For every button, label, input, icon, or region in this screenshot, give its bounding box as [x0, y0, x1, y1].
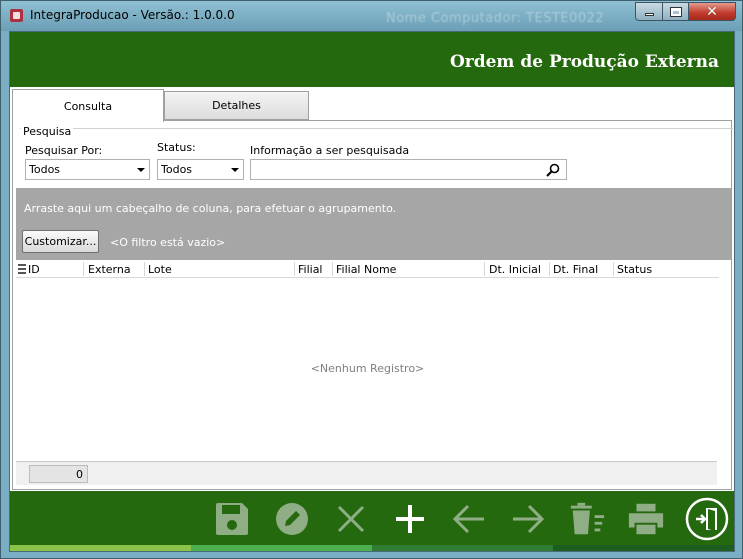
pesquisar-por-label: Pesquisar Por: [25, 144, 103, 157]
title-bar[interactable]: IntegraProducao - Versão.: 1.0.0.0 Nome … [1, 1, 742, 31]
minimize-button[interactable] [635, 2, 663, 21]
edit-button[interactable] [273, 500, 311, 538]
column-header-filial[interactable]: Filial [298, 263, 323, 276]
column-header-externa[interactable]: Externa [88, 263, 131, 276]
delete-icon [570, 502, 605, 535]
grid-header: ID Externa Lote Filial Filial Nome Dt. I… [16, 260, 719, 278]
app-window: IntegraProducao - Versão.: 1.0.0.0 Nome … [0, 0, 743, 559]
status-value: Todos [161, 163, 193, 176]
status-select[interactable]: Todos [157, 159, 244, 180]
window-title: IntegraProducao - Versão.: 1.0.0.0 [30, 8, 235, 22]
consulta-panel: Pesquisa Pesquisar Por: Todos Status: To… [12, 120, 733, 490]
add-icon [396, 505, 424, 533]
exit-icon [685, 497, 729, 541]
page-header: Ordem de Produção Externa [10, 32, 734, 87]
print-icon [628, 503, 664, 535]
search-icon[interactable] [546, 163, 560, 177]
action-toolbar [10, 491, 734, 545]
save-icon [216, 503, 248, 535]
previous-button[interactable] [450, 500, 488, 538]
close-icon: ✕ [706, 3, 718, 20]
empty-grid-message: <Nenhum Registro> [310, 362, 425, 375]
exit-button[interactable] [685, 497, 729, 541]
filter-status-text: <O filtro está vazio> [110, 236, 226, 249]
column-header-status[interactable]: Status [617, 263, 652, 276]
tab-consulta[interactable]: Consulta [12, 89, 164, 122]
cancel-button[interactable] [332, 500, 370, 538]
save-button[interactable] [213, 500, 251, 538]
strip-segment [191, 545, 372, 551]
tab-strip: Consulta Detalhes [10, 87, 734, 122]
minimize-icon [644, 13, 654, 16]
add-button[interactable] [391, 500, 429, 538]
maximize-button[interactable] [662, 2, 689, 21]
info-label: Informação a ser pesquisada [250, 144, 410, 157]
next-icon [513, 504, 545, 534]
tab-detalhes[interactable]: Detalhes [164, 91, 309, 120]
status-label: Status: [157, 141, 196, 154]
grid-body[interactable]: <Nenhum Registro> [16, 278, 731, 458]
group-by-area[interactable]: Arraste aqui um cabeçalho de coluna, par… [16, 188, 731, 260]
column-header-dt-inicial[interactable]: Dt. Inicial [489, 263, 541, 276]
computer-name-watermark: Nome Computador: TESTE0022 [386, 11, 605, 26]
maximize-icon [669, 6, 682, 17]
delete-button[interactable] [568, 500, 606, 538]
column-chooser-icon[interactable] [18, 264, 26, 274]
pesquisar-por-select[interactable]: Todos [25, 159, 150, 180]
chevron-down-icon [231, 168, 239, 172]
previous-icon [452, 504, 484, 534]
strip-segment [372, 545, 553, 551]
grid-footer: 0 [16, 461, 717, 485]
app-icon [10, 9, 23, 22]
column-header-dt-final[interactable]: Dt. Final [553, 263, 598, 276]
close-button[interactable]: ✕ [688, 2, 736, 21]
cancel-icon [337, 505, 365, 533]
group-by-hint: Arraste aqui um cabeçalho de coluna, par… [24, 202, 397, 215]
strip-segment [10, 545, 191, 551]
pesquisa-group-label: Pesquisa [21, 125, 74, 138]
page-title: Ordem de Produção Externa [449, 52, 719, 72]
edit-icon [276, 503, 308, 535]
column-header-filial-nome[interactable]: Filial Nome [336, 263, 396, 276]
main-content: Ordem de Produção Externa Consulta Detal… [9, 31, 735, 552]
column-header-lote[interactable]: Lote [148, 263, 172, 276]
color-strip [10, 545, 734, 551]
search-input[interactable] [250, 159, 567, 180]
strip-segment [553, 545, 734, 551]
print-button[interactable] [627, 500, 665, 538]
record-count: 0 [29, 465, 88, 483]
customize-button[interactable]: Customizar... [22, 230, 99, 253]
next-button[interactable] [509, 500, 547, 538]
pesquisar-por-value: Todos [29, 163, 61, 176]
chevron-down-icon [137, 168, 145, 172]
column-header-id[interactable]: ID [28, 263, 40, 276]
